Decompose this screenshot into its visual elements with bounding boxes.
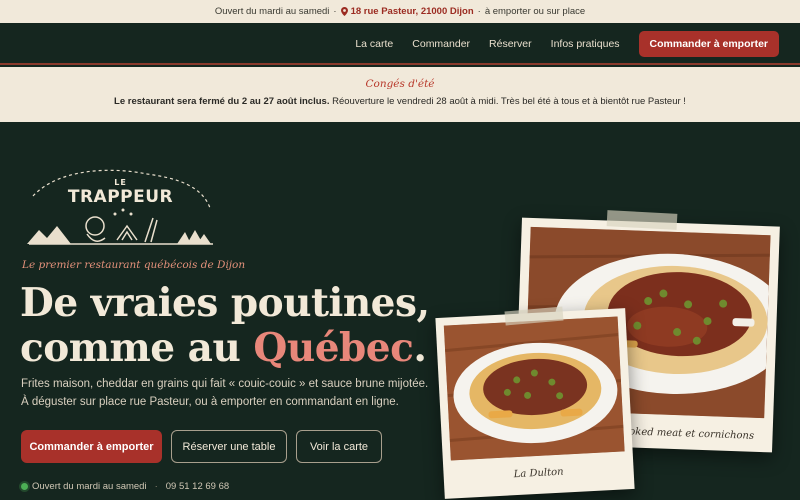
banner-closure-dates: Le restaurant sera fermé du 2 au 27 août…	[114, 96, 330, 107]
photo-caption: smoked meat et cornichons	[614, 425, 755, 442]
hero-tagline: Le premier restaurant québécois de Dijon	[22, 259, 246, 271]
nav-order-button[interactable]: Commander à emporter	[638, 31, 779, 57]
service-mode-text: à emporter ou sur place	[484, 6, 586, 17]
poutine-illustration	[443, 316, 625, 461]
hero-description: Frites maison, cheddar en grains qui fai…	[21, 375, 441, 411]
banner-reopening-text: Réouverture le vendredi 28 août à midi. …	[329, 96, 686, 107]
hero-headline: De vraies poutines, comme au Québec.	[20, 281, 430, 371]
headline-period: .	[413, 325, 427, 371]
opening-days-text: Ouvert du mardi au samedi	[214, 6, 330, 17]
address-link[interactable]: 18 rue Pasteur, 21000 Dijon	[340, 6, 474, 17]
photo-card-la-dulton: La Dulton	[435, 308, 635, 499]
headline-line-2: comme au Québec.	[20, 326, 430, 371]
separator: ·	[477, 6, 481, 17]
headline-text: comme au	[20, 325, 254, 371]
view-menu-button[interactable]: Voir la carte	[296, 430, 382, 463]
nav-links: La carte Commander Réserver Infos pratiq…	[355, 31, 779, 57]
reserve-table-button[interactable]: Réserver une table	[171, 430, 287, 463]
main-navigation: La carte Commander Réserver Infos pratiq…	[0, 23, 800, 65]
top-info-bar: Ouvert du mardi au samedi · 18 rue Paste…	[0, 0, 800, 23]
nav-item-commander[interactable]: Commander	[412, 38, 470, 50]
headline-line-1: De vraies poutines,	[20, 280, 430, 326]
nav-item-carte[interactable]: La carte	[355, 38, 393, 50]
logo-text-trappeur: TRAPPEUR	[67, 187, 174, 207]
la-dulton-poutine-photo	[443, 316, 625, 461]
status-text: Ouvert du mardi au samedi	[32, 481, 147, 492]
description-line-1: Frites maison, cheddar en grains qui fai…	[21, 378, 429, 390]
status-separator: ·	[154, 481, 158, 492]
description-line-2: À déguster sur place rue Pasteur, ou à e…	[21, 396, 399, 408]
hero-order-button[interactable]: Commander à emporter	[21, 430, 162, 463]
open-status-dot-icon	[21, 483, 28, 490]
opening-status: Ouvert du mardi au samedi · 09 51 12 69 …	[21, 481, 229, 492]
banner-title: Congés d'été	[365, 78, 435, 90]
phone-number[interactable]: 09 51 12 69 68	[166, 481, 229, 492]
banner-text: Le restaurant sera fermé du 2 au 27 août…	[0, 96, 800, 107]
address-text: 18 rue Pasteur, 21000 Dijon	[350, 6, 474, 17]
logo-text-le: LE	[114, 178, 127, 187]
headline-highlight: Québec	[253, 325, 414, 371]
separator: ·	[333, 6, 337, 17]
summer-closure-banner: Congés d'été Le restaurant sera fermé du…	[0, 67, 800, 122]
photo-caption: La Dulton	[513, 466, 564, 481]
nav-item-reserver[interactable]: Réserver	[489, 38, 532, 50]
map-pin-icon	[340, 7, 348, 16]
restaurant-logo[interactable]: LE TRAPPEUR	[27, 168, 214, 246]
nav-item-infos[interactable]: Infos pratiques	[551, 38, 620, 50]
